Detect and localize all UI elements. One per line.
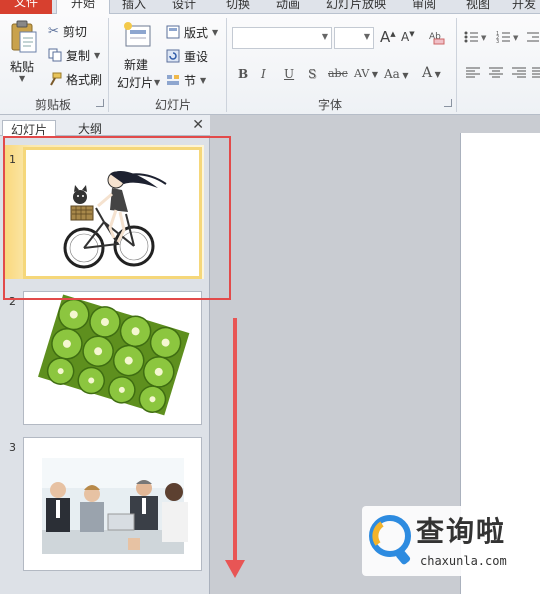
ribbon-tab-strip: 文件 开始 插入 设计 切换 动画 幻灯片放映 审阅 视图 开发 [0, 0, 540, 14]
group-separator [456, 18, 457, 112]
italic-button[interactable]: I [261, 67, 266, 83]
copy-button[interactable]: 复制 ▼ [48, 45, 100, 65]
watermark: 查询啦 chaxunla.com [362, 506, 540, 576]
down-arrow-annotation [233, 318, 237, 568]
align-center-icon[interactable] [489, 67, 503, 79]
close-icon[interactable]: ✕ [192, 117, 204, 133]
cut-label: 剪切 [62, 24, 87, 39]
layout-icon [166, 25, 180, 39]
chevron-down-icon: ▼ [369, 70, 379, 79]
watermark-url: chaxunla.com [420, 554, 507, 568]
bullets-icon[interactable]: ▼ [464, 30, 490, 44]
tab-transitions[interactable]: 切换 [226, 0, 250, 14]
font-color-label: A [422, 65, 433, 81]
tab-slideshow[interactable]: 幻灯片放映 [326, 0, 386, 14]
format-painter-icon [50, 72, 62, 86]
copy-label: 复制 [66, 48, 91, 63]
align-right-icon[interactable] [512, 67, 526, 79]
character-spacing-label: AV [354, 67, 370, 80]
tab-view[interactable]: 视图 [466, 0, 490, 14]
paste-button[interactable]: 粘贴 ▼ [6, 18, 42, 88]
clear-formatting-icon: Ab [429, 32, 445, 45]
new-slide-label: 新建 [124, 58, 149, 72]
numbering-icon[interactable]: 123 ▼ [496, 30, 522, 44]
format-painter-label: 格式刷 [66, 72, 103, 87]
new-slide-button[interactable]: 新建 幻灯片 ▼ [114, 18, 160, 94]
svg-text:▼: ▼ [513, 34, 519, 42]
font-name-combo[interactable]: ▼ [232, 27, 332, 49]
tab-outline[interactable]: 大纲 [62, 120, 118, 136]
pane-tab-strip: 幻灯片 大纲 ✕ [0, 115, 210, 137]
tab-review[interactable]: 审阅 [412, 0, 436, 14]
business-meeting-photo [24, 438, 201, 570]
section-dropdown-icon: ▼ [200, 75, 207, 85]
tab-design[interactable]: 设计 [172, 0, 196, 14]
slide-thumbnail-2[interactable] [23, 291, 202, 425]
new-slide-label-2: 幻灯片 [117, 76, 154, 90]
clipboard-launcher-icon[interactable] [96, 99, 104, 107]
copy-dropdown-icon: ▼ [94, 50, 101, 60]
cut-button[interactable]: ✂ 剪切 [48, 21, 87, 41]
font-group-label: 字体 [317, 98, 342, 112]
format-painter-button[interactable]: 格式刷 [48, 69, 102, 89]
tab-insert[interactable]: 插入 [122, 0, 146, 14]
indent-icon[interactable] [526, 30, 540, 44]
chevron-down-icon: ▼ [399, 71, 409, 80]
layout-label: 版式 [184, 25, 209, 40]
character-spacing-button[interactable]: AV ▼ [354, 67, 378, 83]
layout-button[interactable]: 版式 ▼ [166, 22, 218, 42]
chevron-down-icon: ▼ [432, 70, 441, 79]
down-arrow-head-icon [225, 560, 245, 578]
paste-label: 粘贴 [10, 60, 35, 74]
clear-formatting-button[interactable]: Ab [428, 28, 448, 46]
highlight-annotation-box [3, 136, 231, 300]
svg-text:3: 3 [496, 39, 499, 44]
paste-dropdown-icon: ▼ [19, 74, 26, 83]
layout-dropdown-icon: ▼ [212, 27, 219, 37]
shrink-font-button[interactable]: A▼ [401, 30, 415, 44]
justify-icon[interactable] [532, 67, 540, 79]
new-slide-dropdown-icon: ▼ [154, 78, 161, 87]
change-case-button[interactable]: Aa ▼ [384, 67, 409, 83]
clipboard-group-label: 剪贴板 [34, 98, 71, 112]
bold-button[interactable]: B [238, 67, 248, 83]
watermark-brand: 查询啦 [416, 515, 507, 548]
reset-button[interactable]: 重设 [166, 46, 208, 66]
font-launcher-icon[interactable] [444, 99, 452, 107]
reset-label: 重设 [184, 49, 209, 64]
copy-icon [48, 48, 62, 62]
section-icon [167, 75, 179, 85]
ribbon: 粘贴 ▼ ✂ 剪切 复制 ▼ 格式刷 剪贴板 新建 幻灯片 ▼ 版式 ▼ 重设 [0, 14, 540, 115]
tab-slides[interactable]: 幻灯片 [2, 120, 56, 137]
slides-group-label: 幻灯片 [154, 98, 191, 112]
paste-icon [11, 20, 37, 53]
scissors-icon: ✂ [48, 23, 59, 39]
font-color-button[interactable]: A ▼ [422, 65, 441, 81]
section-button[interactable]: 节 ▼ [166, 70, 206, 90]
tab-animations[interactable]: 动画 [276, 0, 300, 14]
tab-home[interactable]: 开始 [56, 0, 110, 14]
font-size-combo[interactable]: ▼ [334, 27, 374, 49]
section-label: 节 [184, 73, 197, 88]
kiwi-photo [24, 292, 201, 424]
grow-font-button[interactable]: A▲ [380, 28, 396, 46]
group-separator [226, 18, 227, 112]
slide-number: 3 [9, 441, 16, 454]
svg-text:▼: ▼ [481, 34, 487, 42]
chevron-down-icon: ▼ [363, 32, 370, 41]
reset-icon [166, 49, 180, 63]
group-separator [108, 18, 109, 112]
chevron-down-icon: ▼ [321, 32, 328, 41]
underline-button[interactable]: U [284, 67, 294, 83]
change-case-label: Aa [384, 67, 400, 81]
new-slide-icon [124, 22, 151, 47]
slide-thumbnail-3[interactable] [23, 437, 202, 571]
strikethrough-button[interactable]: abc [328, 67, 348, 83]
align-left-icon[interactable] [466, 67, 480, 79]
tab-developer[interactable]: 开发 [512, 0, 536, 14]
tab-file[interactable]: 文件 [0, 0, 52, 14]
magnifier-logo-icon [369, 515, 411, 565]
text-shadow-button[interactable]: S [308, 67, 316, 83]
